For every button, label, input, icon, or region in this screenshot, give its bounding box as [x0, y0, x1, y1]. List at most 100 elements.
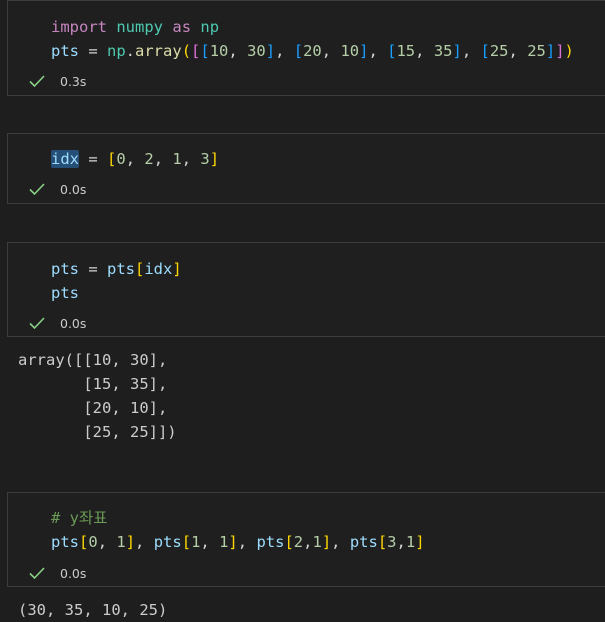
code-token: as [172, 18, 192, 36]
code-token: array [135, 42, 182, 60]
code-token: = [79, 260, 107, 278]
code-token: ] [452, 42, 462, 60]
cell-1-status: 0.3s [28, 72, 86, 90]
code-token: 10 [340, 42, 360, 60]
code-token: 3 [387, 533, 397, 551]
code-token: , [97, 533, 117, 551]
cell-3-output: array([[10, 30], [15, 35], [20, 10], [25… [18, 351, 177, 441]
code-line: pts = pts[idx] [51, 257, 182, 281]
code-token: , [508, 42, 528, 60]
code-token: # y좌표 [51, 509, 108, 527]
code-token: ] [172, 260, 182, 278]
code-token: ] [321, 533, 332, 551]
code-token: . [125, 42, 136, 60]
check-icon [29, 183, 45, 196]
code-token: 25 [489, 42, 509, 60]
code-token: ( [181, 42, 192, 60]
code-token: np [107, 42, 126, 60]
code-line: pts[0, 1], pts[1, 1], pts[2,1], pts[3,1] [51, 530, 425, 554]
code-token: 35 [433, 42, 453, 60]
code-token: numpy [116, 18, 164, 36]
cell-4-code[interactable]: # y좌표 pts[0, 1], pts[1, 1], pts[2,1], pts… [51, 506, 425, 554]
cell-2-code[interactable]: idx = [0, 2, 1, 3] [51, 147, 219, 171]
code-token: [ [181, 533, 192, 551]
code-token: 15 [396, 42, 416, 60]
cell-4-exec-time: 0.0s [60, 565, 87, 581]
code-token: = [79, 150, 107, 168]
code-token: pts [51, 533, 79, 551]
code-token: , [461, 42, 481, 60]
code-token: 1 [312, 533, 322, 551]
code-token: idx [144, 260, 173, 278]
cell-2-status: 0.0s [28, 180, 86, 198]
code-token: 2 [144, 150, 154, 168]
code-token: 0 [88, 533, 98, 551]
code-token: [ [200, 42, 210, 60]
cell-3-code[interactable]: pts = pts[idx] pts [51, 257, 182, 305]
cell-3-exec-time: 0.0s [60, 315, 87, 331]
code-token: 0 [116, 150, 126, 168]
cell-4-status: 0.0s [28, 564, 86, 582]
check-icon [29, 75, 45, 88]
code-token: ) [564, 42, 574, 60]
code-token: pts [51, 260, 79, 278]
code-token: import [51, 18, 107, 36]
code-token: [ [79, 533, 89, 551]
code-token: , [153, 150, 173, 168]
check-icon [29, 567, 45, 580]
code-token: [ [191, 42, 201, 60]
check-icon [29, 317, 45, 330]
code-token: 2 [293, 533, 304, 551]
code-token: , [415, 42, 434, 60]
cell-1-exec-time: 0.3s [60, 73, 87, 89]
code-token: [ [107, 150, 117, 168]
code-token: , [275, 42, 294, 60]
code-cell-2[interactable]: idx = [0, 2, 1, 3] 0.0s [7, 133, 605, 204]
code-token: , [125, 150, 145, 168]
code-token: , [200, 533, 220, 551]
code-token: 1 [405, 533, 416, 551]
code-token: ] [415, 533, 425, 551]
code-token: ] [555, 42, 565, 60]
code-token: ] [125, 533, 136, 551]
code-token: 1 [191, 533, 201, 551]
code-token: , [237, 533, 257, 551]
code-token: [ [377, 533, 388, 551]
code-token: , [321, 42, 341, 60]
code-token: pts [349, 533, 378, 551]
code-token: pts [153, 533, 182, 551]
code-token: , [368, 42, 388, 60]
code-token: pts [107, 260, 135, 278]
code-token: ] [545, 42, 556, 60]
code-token: [ [135, 260, 145, 278]
code-line: pts = np.array([[10, 30], [20, 10], [15,… [51, 39, 574, 63]
code-line: idx = [0, 2, 1, 3] [51, 147, 219, 171]
code-token: pts [51, 42, 79, 60]
code-token: pts [256, 533, 285, 551]
code-token: = [79, 42, 107, 60]
code-token: [ [293, 42, 304, 60]
code-token: 10 [209, 42, 229, 60]
code-token: pts [51, 284, 79, 302]
cell-4-output: (30, 35, 10, 25) [18, 601, 168, 619]
code-cell-4[interactable]: # y좌표 pts[0, 1], pts[1, 1], pts[2,1], pts… [7, 492, 605, 587]
code-token: 3 [200, 150, 210, 168]
code-token: ] [209, 150, 220, 168]
cell-1-code[interactable]: import numpy as np pts = np.array([[10, 3… [51, 15, 574, 63]
code-token: , [181, 150, 201, 168]
code-line: pts [51, 281, 182, 305]
code-cell-1[interactable]: import numpy as np pts = np.array([[10, 3… [7, 0, 605, 96]
code-token: , [396, 533, 406, 551]
code-token: 1 [172, 150, 182, 168]
code-line: import numpy as np [51, 15, 574, 39]
cell-2-exec-time: 0.0s [60, 181, 87, 197]
code-token: 25 [527, 42, 546, 60]
code-token: np [200, 18, 220, 36]
code-token: ] [265, 42, 276, 60]
code-cell-3[interactable]: pts = pts[idx] pts 0.0s [7, 242, 605, 337]
cell-3-status: 0.0s [28, 314, 86, 332]
code-token: idx [51, 150, 79, 168]
code-token: , [331, 533, 350, 551]
